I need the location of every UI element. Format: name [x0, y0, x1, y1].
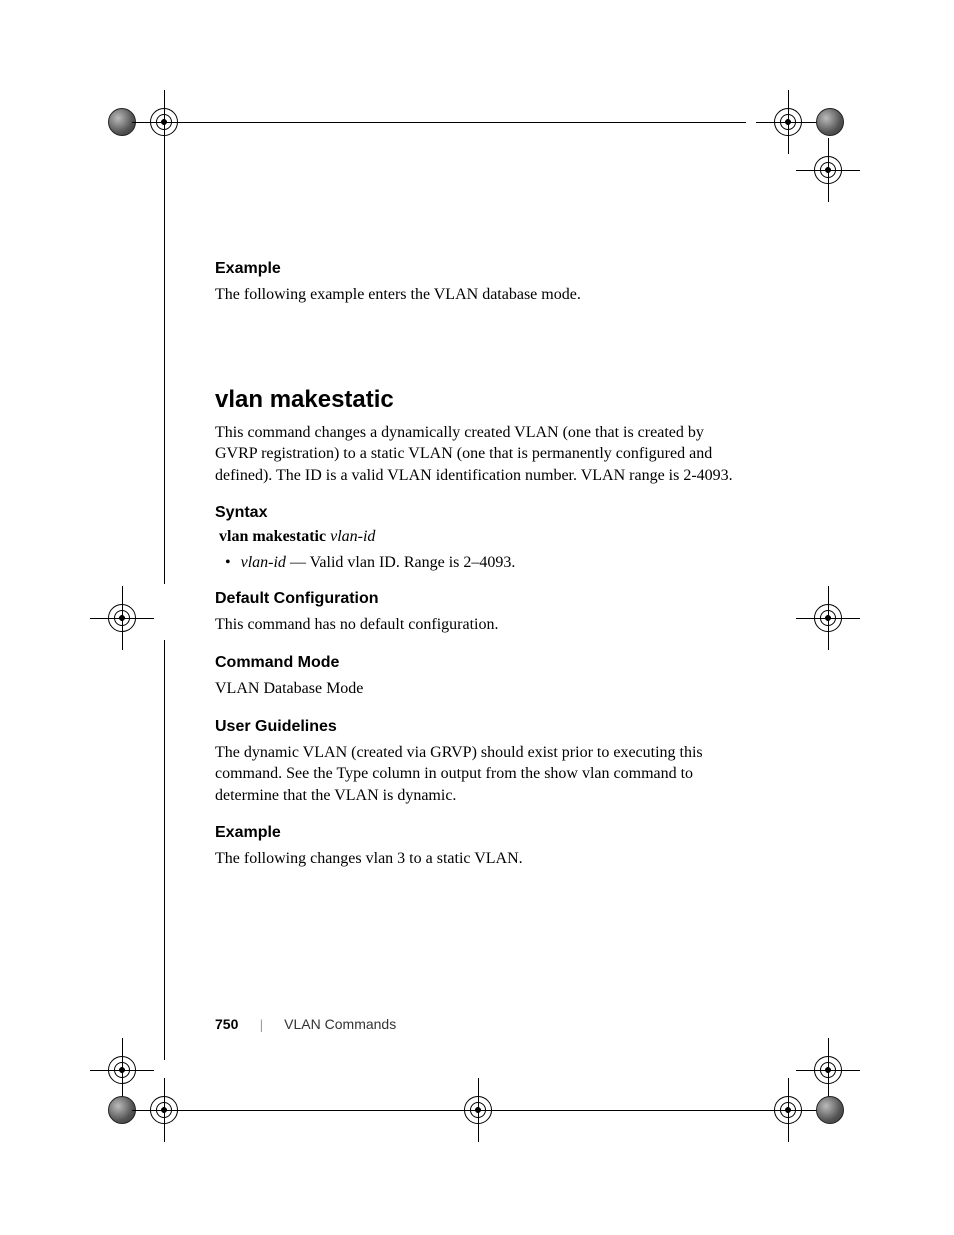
page-footer: 750 | VLAN Commands [215, 1016, 396, 1034]
default-config-heading: Default Configuration [215, 590, 745, 608]
reg-mark-icon [806, 1048, 850, 1092]
chapter-name: VLAN Commands [284, 1016, 396, 1032]
page-number: 750 [215, 1016, 238, 1032]
example-body: The following example enters the VLAN da… [215, 284, 745, 306]
syntax-heading: Syntax [215, 504, 745, 522]
reg-mark-icon [142, 100, 186, 144]
reg-mark-icon [100, 1048, 144, 1092]
default-config-body: This command has no default configuratio… [215, 614, 745, 636]
reg-mark-icon [142, 1088, 186, 1132]
syntax-bullet: vlan-id — Valid vlan ID. Range is 2–4093… [237, 554, 745, 572]
reg-mark-icon [456, 1088, 500, 1132]
command-title: vlan makestatic [215, 386, 745, 414]
command-mode-body: VLAN Database Mode [215, 678, 745, 700]
page-content: Example The following example enters the… [215, 260, 745, 878]
reg-mark-icon [766, 1088, 810, 1132]
reg-mark-icon [806, 596, 850, 640]
crop-line [164, 640, 165, 1060]
reg-ball-icon [816, 108, 844, 136]
syntax-cmd-bold: vlan makestatic [219, 528, 326, 545]
command-description: This command changes a dynamically creat… [215, 422, 745, 487]
user-guidelines-body: The dynamic VLAN (created via GRVP) shou… [215, 742, 745, 807]
crop-line [186, 1110, 456, 1111]
crop-line [164, 144, 165, 584]
syntax-command: vlan makestatic vlan-id [219, 528, 745, 546]
example-heading: Example [215, 260, 745, 278]
reg-ball-icon [816, 1096, 844, 1124]
syntax-bullet-rest: — Valid vlan ID. Range is 2–4093. [286, 554, 515, 571]
crop-line [186, 122, 746, 123]
reg-mark-icon [766, 100, 810, 144]
syntax-cmd-italic: vlan-id [330, 528, 375, 545]
example2-heading: Example [215, 824, 745, 842]
example2-body: The following changes vlan 3 to a static… [215, 848, 745, 870]
footer-separator: | [260, 1018, 263, 1033]
crop-line [500, 1110, 768, 1111]
command-mode-heading: Command Mode [215, 654, 745, 672]
reg-mark-icon [806, 148, 850, 192]
user-guidelines-heading: User Guidelines [215, 718, 745, 736]
syntax-bullet-italic: vlan-id [241, 554, 286, 571]
reg-mark-icon [100, 596, 144, 640]
